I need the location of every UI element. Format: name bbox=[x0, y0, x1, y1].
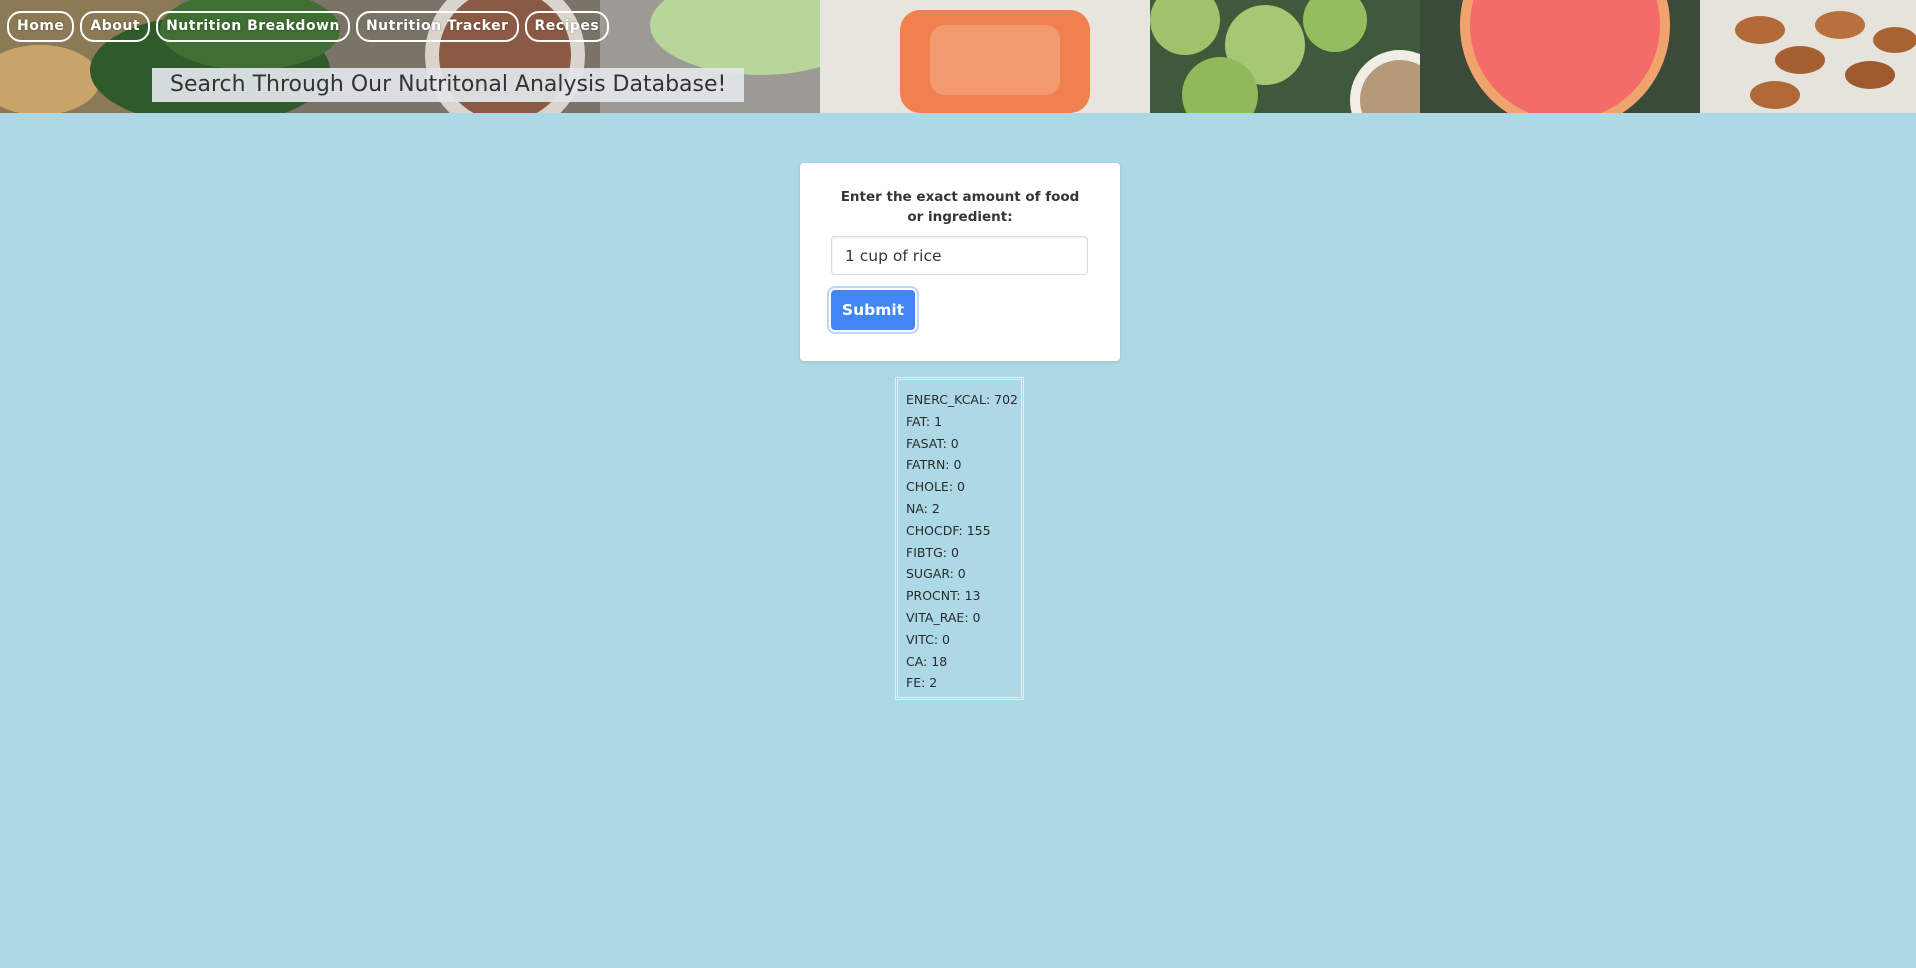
result-item: CHOCDF: 155 bbox=[906, 522, 991, 538]
result-item: FIBTG: 0 bbox=[906, 544, 959, 560]
result-item: FE: 2 bbox=[906, 675, 938, 691]
submit-button[interactable]: Submit bbox=[831, 290, 915, 330]
result-item: FATRN: 0 bbox=[906, 457, 962, 473]
nav-recipes-button[interactable]: Recipes bbox=[524, 11, 610, 42]
page-title: Search Through Our Nutritonal Analysis D… bbox=[152, 68, 745, 102]
result-item: VITC: 0 bbox=[906, 631, 951, 647]
result-item: CA: 18 bbox=[906, 653, 948, 669]
result-item: PROCNT: 13 bbox=[906, 588, 981, 604]
result-item: FAT: 1 bbox=[906, 413, 943, 429]
food-search-input[interactable] bbox=[831, 236, 1088, 275]
result-item: NA: 2 bbox=[906, 500, 940, 516]
result-item: VITA_RAE: 0 bbox=[906, 609, 981, 625]
nav-nutrition-breakdown-button[interactable]: Nutrition Breakdown bbox=[156, 11, 350, 42]
nav-nutrition-tracker-button[interactable]: Nutrition Tracker bbox=[355, 11, 519, 42]
result-item: FASAT: 0 bbox=[906, 435, 959, 451]
result-item: ENERC_KCAL: 702 bbox=[906, 392, 1018, 407]
search-card: Enter the exact amount of food or ingred… bbox=[800, 163, 1120, 361]
result-item: SUGAR: 0 bbox=[906, 566, 966, 582]
nutrition-results-list: ENERC_KCAL: 702 FAT: 1 FASAT: 0 FATRN: 0… bbox=[895, 377, 1024, 700]
search-label: Enter the exact amount of food or ingred… bbox=[840, 189, 1080, 225]
main-nav: Home About Nutrition Breakdown Nutrition… bbox=[7, 11, 610, 42]
nav-home-button[interactable]: Home bbox=[7, 11, 75, 42]
result-item: CHOLE: 0 bbox=[906, 479, 965, 495]
nav-about-button[interactable]: About bbox=[80, 11, 151, 42]
header-banner: Home About Nutrition Breakdown Nutrition… bbox=[0, 0, 1916, 113]
